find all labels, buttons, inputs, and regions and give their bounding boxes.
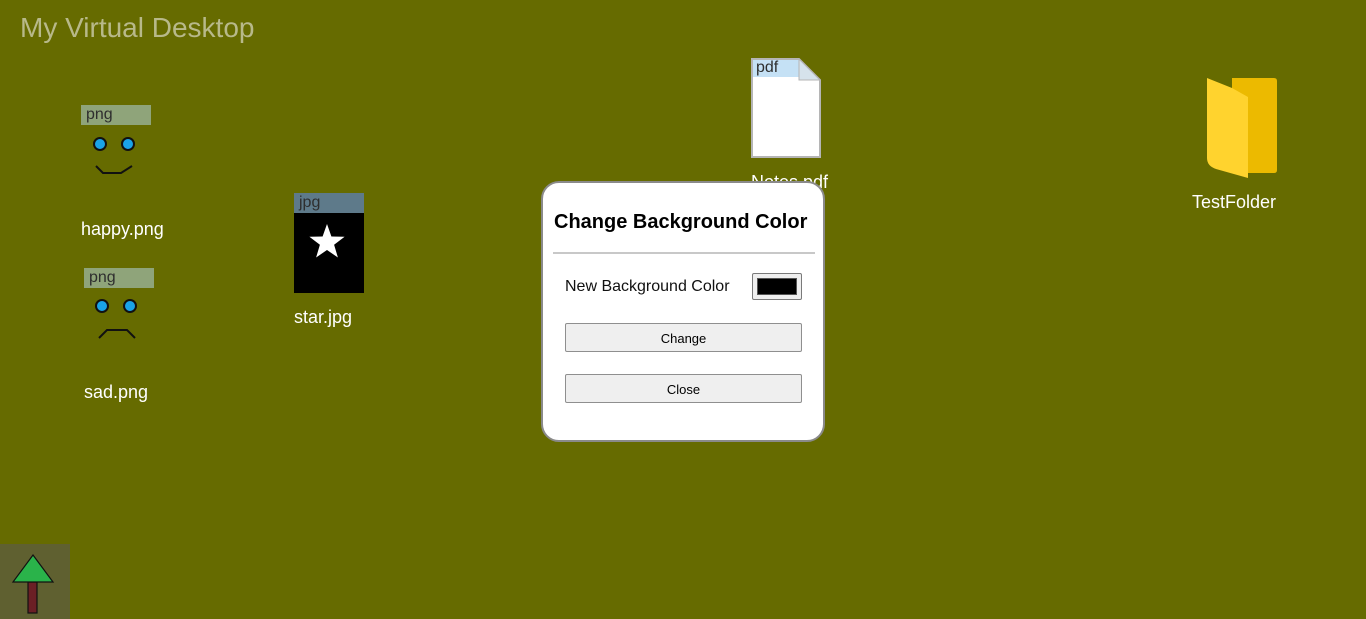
background-color-input[interactable] — [752, 273, 802, 300]
file-type-tag: jpg — [294, 193, 364, 213]
desktop-icon-sad[interactable]: png sad.png — [84, 268, 194, 402]
desktop-title: My Virtual Desktop — [20, 12, 255, 43]
dialog-title: Change Background Color — [554, 211, 808, 233]
happy-face-icon: png — [81, 105, 151, 205]
frown-icon — [98, 329, 136, 339]
pdf-document-icon: pdf — [751, 58, 821, 158]
star-icon — [309, 224, 345, 258]
dialog-divider — [553, 252, 815, 254]
change-background-dialog: Change Background Color New Background C… — [541, 181, 825, 442]
sad-face-icon: png — [84, 268, 154, 368]
icon-label: star.jpg — [294, 307, 353, 327]
icon-label: happy.png — [81, 219, 164, 239]
change-button[interactable]: Change — [565, 323, 802, 352]
icon-label: sad.png — [84, 382, 149, 402]
close-button[interactable]: Close — [565, 374, 802, 403]
star-image-icon: jpg — [294, 193, 364, 293]
start-button[interactable] — [0, 544, 70, 619]
icon-label: TestFolder — [1192, 192, 1277, 212]
desktop[interactable]: My Virtual Desktop png happy.png png sad… — [0, 0, 1366, 619]
star-thumbnail — [294, 213, 364, 293]
folder-icon — [1207, 78, 1277, 178]
tree-icon — [11, 553, 55, 614]
file-type-tag: png — [81, 105, 151, 125]
background-color-label: New Background Color — [565, 278, 730, 295]
desktop-icon-notes[interactable]: pdf Notes.pdf — [751, 58, 861, 192]
smile-icon — [95, 165, 133, 174]
desktop-icon-star[interactable]: jpg star.jpg — [294, 193, 404, 327]
file-type-tag: pdf — [756, 59, 779, 76]
color-swatch — [757, 278, 797, 295]
file-type-tag: png — [84, 268, 154, 288]
desktop-icon-happy[interactable]: png happy.png — [81, 105, 191, 239]
